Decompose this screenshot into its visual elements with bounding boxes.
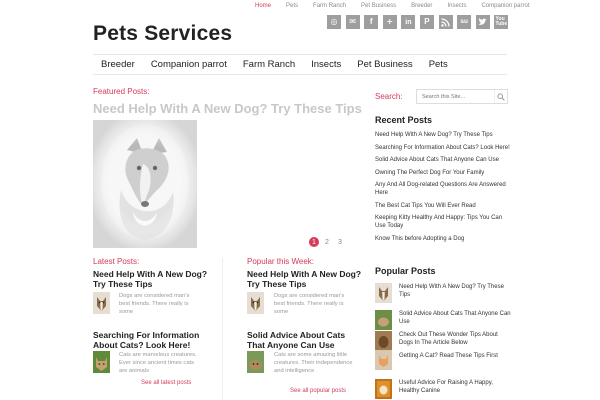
featured-label: Featured Posts: bbox=[93, 87, 150, 96]
top-nav-insects[interactable]: Insects bbox=[447, 3, 466, 9]
popular-week-post-title[interactable]: Need Help With A New Dog? Try These Tips bbox=[247, 269, 362, 289]
page-3[interactable]: 3 bbox=[335, 237, 345, 247]
top-nav-breeder[interactable]: Breeder bbox=[411, 3, 432, 9]
featured-pagination: 1 2 3 bbox=[309, 237, 348, 247]
social-icons: ◎ ✉ f + in P su You Tube bbox=[327, 15, 513, 29]
search-icon[interactable] bbox=[494, 90, 507, 103]
popular-week-post-title[interactable]: Solid Advice About Cats That Anyone Can … bbox=[247, 330, 362, 350]
recent-post-link[interactable]: Searching For Information About Cats? Lo… bbox=[375, 144, 510, 152]
recent-post-link[interactable]: Keeping Kitty Healthy And Happy: Tips Yo… bbox=[375, 214, 510, 230]
featured-dog-image[interactable] bbox=[93, 120, 197, 248]
main-nav-companion-parrot[interactable]: Companion parrot bbox=[143, 59, 235, 70]
dog-thumbnail bbox=[375, 331, 392, 351]
popular-week-heading: Popular this Week: bbox=[247, 257, 314, 266]
main-nav-pets[interactable]: Pets bbox=[421, 59, 456, 70]
dog-thumbnail[interactable] bbox=[247, 292, 264, 314]
popular-post-item[interactable]: Getting A Cat? Read These Tips First bbox=[375, 350, 511, 374]
search-input[interactable] bbox=[417, 93, 495, 100]
youtube-icon[interactable]: You Tube bbox=[494, 15, 509, 29]
recent-post-link[interactable]: Owning The Perfect Dog For Your Family bbox=[375, 169, 510, 177]
popular-post-title[interactable]: Useful Advice For Raising A Happy, Healt… bbox=[399, 379, 511, 395]
popular-week-post-excerpt: Dogs are considered man's best friends. … bbox=[274, 293, 345, 315]
popular-post-title[interactable]: Getting A Cat? Read These Tips First bbox=[399, 352, 511, 360]
cat-thumbnail[interactable] bbox=[93, 351, 110, 373]
recent-post-link[interactable]: Know This before Adopting a Dog bbox=[375, 235, 510, 243]
top-nav-farm-ranch[interactable]: Farm Ranch bbox=[313, 3, 346, 9]
main-nav-insects[interactable]: Insects bbox=[303, 59, 349, 70]
recent-post-link[interactable]: The Best Cat Tips You Will Ever Read bbox=[375, 202, 510, 210]
popular-post-item[interactable]: Solid Advice About Cats That Anyone Can … bbox=[375, 310, 511, 332]
dog-book-thumbnail bbox=[375, 379, 392, 399]
stumbleupon-icon[interactable]: su bbox=[457, 15, 472, 29]
top-nav: Home Pets Farm Ranch Pet Business Breede… bbox=[255, 3, 544, 9]
popular-post-title[interactable]: Need Help With A New Dog? Try These Tips bbox=[399, 283, 511, 299]
see-all-latest-link[interactable]: See all latest posts bbox=[141, 380, 191, 386]
top-nav-pet-business[interactable]: Pet Business bbox=[361, 3, 396, 9]
featured-post-title[interactable]: Need Help With A New Dog? Try These Tips bbox=[93, 101, 362, 116]
recent-post-link[interactable]: Solid Advice About Cats That Anyone Can … bbox=[375, 156, 510, 164]
popular-post-item[interactable]: Need Help With A New Dog? Try These Tips bbox=[375, 283, 510, 305]
see-all-popular-link[interactable]: See all popular posts bbox=[290, 388, 346, 394]
plus-icon[interactable]: + bbox=[382, 15, 397, 29]
popular-post-item[interactable]: Check Out These Wonder Tips About Dogs I… bbox=[375, 331, 510, 353]
recent-posts-heading: Recent Posts bbox=[375, 115, 433, 125]
top-nav-companion-parrot[interactable]: Companion parrot bbox=[481, 3, 529, 9]
main-nav-breeder[interactable]: Breeder bbox=[93, 59, 143, 70]
popular-posts-heading: Popular Posts bbox=[375, 266, 436, 276]
mail-icon[interactable]: ✉ bbox=[345, 15, 360, 29]
dribbble-icon[interactable]: ◎ bbox=[327, 15, 341, 29]
popular-week-post-excerpt: Cats are some amazing little creatures. … bbox=[274, 352, 353, 374]
dog-thumbnail[interactable] bbox=[93, 292, 110, 314]
main-nav: Breeder Companion parrot Farm Ranch Inse… bbox=[93, 54, 507, 75]
latest-posts-heading: Latest Posts: bbox=[93, 257, 140, 266]
latest-post-excerpt: Dogs are considered man's best friends. … bbox=[119, 293, 190, 315]
latest-post-title[interactable]: Searching For Information About Cats? Lo… bbox=[93, 330, 213, 350]
main-nav-pet-business[interactable]: Pet Business bbox=[349, 59, 420, 70]
popular-post-item[interactable]: Useful Advice For Raising A Happy, Healt… bbox=[375, 379, 510, 400]
popular-post-title[interactable]: Check Out These Wonder Tips About Dogs I… bbox=[399, 331, 511, 347]
recent-post-link[interactable]: Need Help With A New Dog? Try These Tips bbox=[375, 131, 510, 139]
site-title[interactable]: Pets Services bbox=[93, 22, 232, 46]
search-box bbox=[416, 89, 508, 104]
top-nav-home[interactable]: Home bbox=[255, 3, 271, 9]
search-label: Search: bbox=[375, 92, 403, 101]
cat-thumbnail[interactable] bbox=[247, 351, 264, 373]
linkedin-icon[interactable]: in bbox=[401, 15, 416, 29]
cat-thumbnail bbox=[375, 350, 392, 370]
page-1[interactable]: 1 bbox=[309, 237, 319, 247]
cat-thumbnail bbox=[375, 310, 392, 330]
top-nav-pets[interactable]: Pets bbox=[286, 3, 298, 9]
popular-post-title[interactable]: Solid Advice About Cats That Anyone Can … bbox=[399, 310, 511, 326]
main-nav-farm-ranch[interactable]: Farm Ranch bbox=[235, 59, 303, 70]
latest-post-excerpt: Cats are marvelous creatures. Ever since… bbox=[119, 352, 197, 374]
recent-posts-list: Need Help With A New Dog? Try These Tips… bbox=[375, 131, 510, 243]
recent-post-link[interactable]: Any And All Dog-related Questions Are An… bbox=[375, 181, 510, 197]
pinterest-icon[interactable]: P bbox=[419, 15, 434, 29]
column-divider bbox=[222, 258, 223, 400]
facebook-icon[interactable]: f bbox=[364, 15, 379, 29]
dog-thumbnail bbox=[375, 283, 392, 303]
rss-icon[interactable] bbox=[438, 15, 453, 29]
page-2[interactable]: 2 bbox=[322, 237, 332, 247]
latest-post-title[interactable]: Need Help With A New Dog? Try These Tips bbox=[93, 269, 213, 289]
twitter-icon[interactable] bbox=[475, 15, 490, 29]
